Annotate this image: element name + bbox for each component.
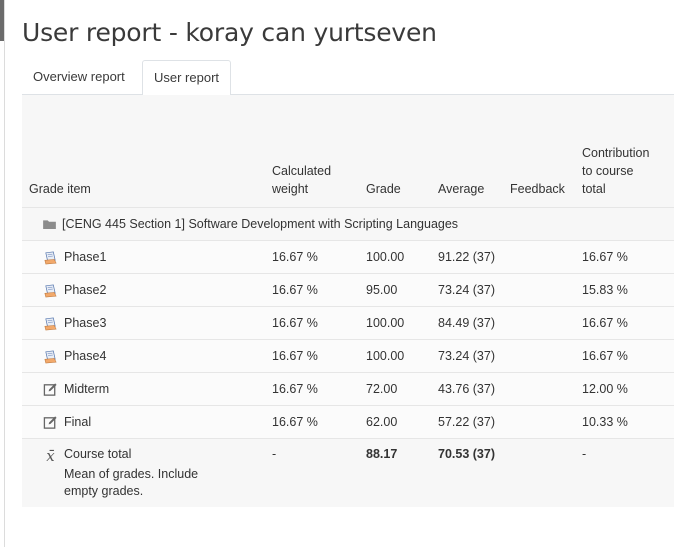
average-cell: 91.22 (37) (431, 240, 503, 274)
course-total-cell: x̄ Course total Mean of grades. Include em… (22, 438, 265, 507)
total-grade-cell: 88.17 (359, 438, 431, 507)
header-feedback: Feedback (510, 182, 565, 196)
header-grade-item: Grade item (29, 182, 91, 196)
table-row: Phase2 16.67 % 95.00 73.24 (37) 15.83 % (22, 273, 674, 307)
category-row: [CENG 445 Section 1] Software Developmen… (22, 207, 674, 241)
grade-cell: 72.00 (359, 372, 431, 406)
table-header-row: Grade item Calculated weight Grade Avera… (22, 135, 674, 208)
contribution-cell: 16.67 % (575, 306, 674, 340)
weight-cell: 16.67 % (265, 240, 359, 274)
mean-icon: x̄ (46, 447, 55, 465)
average-cell: 84.49 (37) (431, 306, 503, 340)
header-contribution: Contribution to course total (582, 146, 650, 196)
total-feedback-cell (503, 438, 575, 507)
weight-cell: 16.67 % (265, 273, 359, 307)
grade-cell: 100.00 (359, 240, 431, 274)
assignment-icon (44, 250, 57, 264)
grade-item-link[interactable]: Phase1 (64, 250, 106, 264)
feedback-cell (503, 306, 575, 340)
average-cell: 57.22 (37) (431, 405, 503, 439)
report-panel: Grade item Calculated weight Grade Avera… (22, 95, 674, 507)
average-cell: 43.76 (37) (431, 372, 503, 406)
user-grade-table: Grade item Calculated weight Grade Avera… (22, 135, 674, 507)
contribution-cell: 10.33 % (575, 405, 674, 439)
grade-item-link[interactable]: Phase3 (64, 316, 106, 330)
grade-item-link[interactable]: Phase2 (64, 283, 106, 297)
folder-icon (43, 220, 56, 229)
weight-cell: 16.67 % (265, 372, 359, 406)
feedback-cell (503, 405, 575, 439)
manual-item-icon (43, 415, 57, 429)
grade-item-cell: Phase1 (22, 240, 265, 274)
tab-overview-report[interactable]: Overview report (22, 60, 136, 93)
weight-cell: 16.67 % (265, 306, 359, 340)
average-cell: 73.24 (37) (431, 339, 503, 373)
grade-item-cell: Phase4 (22, 339, 265, 373)
course-total-label: Course total (64, 447, 132, 461)
contribution-cell: 12.00 % (575, 372, 674, 406)
grade-item-link[interactable]: Midterm (64, 382, 109, 396)
weight-cell: 16.67 % (265, 339, 359, 373)
feedback-cell (503, 273, 575, 307)
feedback-cell (503, 339, 575, 373)
left-divider (4, 0, 5, 547)
grade-cell: 100.00 (359, 306, 431, 340)
total-weight-cell: - (265, 438, 359, 507)
assignment-icon (44, 349, 57, 363)
grade-cell: 100.00 (359, 339, 431, 373)
contribution-cell: 16.67 % (575, 240, 674, 274)
table-row: Final 16.67 % 62.00 57.22 (37) 10.33 % (22, 405, 674, 439)
assignment-icon (44, 316, 57, 330)
manual-item-icon (43, 382, 57, 396)
total-average-cell: 70.53 (37) (431, 438, 503, 507)
grade-item-cell: Final (22, 405, 265, 439)
total-contribution-cell: - (575, 438, 674, 507)
header-average: Average (438, 182, 485, 196)
weight-cell: 16.67 % (265, 405, 359, 439)
grade-item-cell: Phase2 (22, 273, 265, 307)
table-row: Phase3 16.67 % 100.00 84.49 (37) 16.67 % (22, 306, 674, 340)
table-row: Midterm 16.67 % 72.00 43.76 (37) 12.00 % (22, 372, 674, 406)
header-calculated-weight: Calculated weight (272, 164, 332, 196)
page-title: User report - koray can yurtseven (22, 18, 437, 47)
table-row: Phase4 16.67 % 100.00 73.24 (37) 16.67 % (22, 339, 674, 373)
grade-item-link[interactable]: Final (64, 415, 91, 429)
assignment-icon (44, 283, 57, 297)
grade-cell: 62.00 (359, 405, 431, 439)
tab-user-report[interactable]: User report (142, 60, 232, 96)
grade-cell: 95.00 (359, 273, 431, 307)
course-total-note: Mean of grades. Include empty grades. (64, 467, 199, 498)
contribution-cell: 15.83 % (575, 273, 674, 307)
grade-item-cell: Phase3 (22, 306, 265, 340)
grade-item-link[interactable]: Phase4 (64, 349, 106, 363)
category-name: [CENG 445 Section 1] Software Developmen… (62, 217, 459, 231)
report-tabs: Overview report User report (22, 60, 674, 96)
grade-item-cell: Midterm (22, 372, 265, 406)
header-grade: Grade (366, 182, 401, 196)
feedback-cell (503, 240, 575, 274)
average-cell: 73.24 (37) (431, 273, 503, 307)
table-row: Phase1 16.67 % 100.00 91.22 (37) 16.67 % (22, 240, 674, 274)
course-total-row: x̄ Course total Mean of grades. Include em… (22, 438, 674, 507)
contribution-cell: 16.67 % (575, 339, 674, 373)
feedback-cell (503, 372, 575, 406)
